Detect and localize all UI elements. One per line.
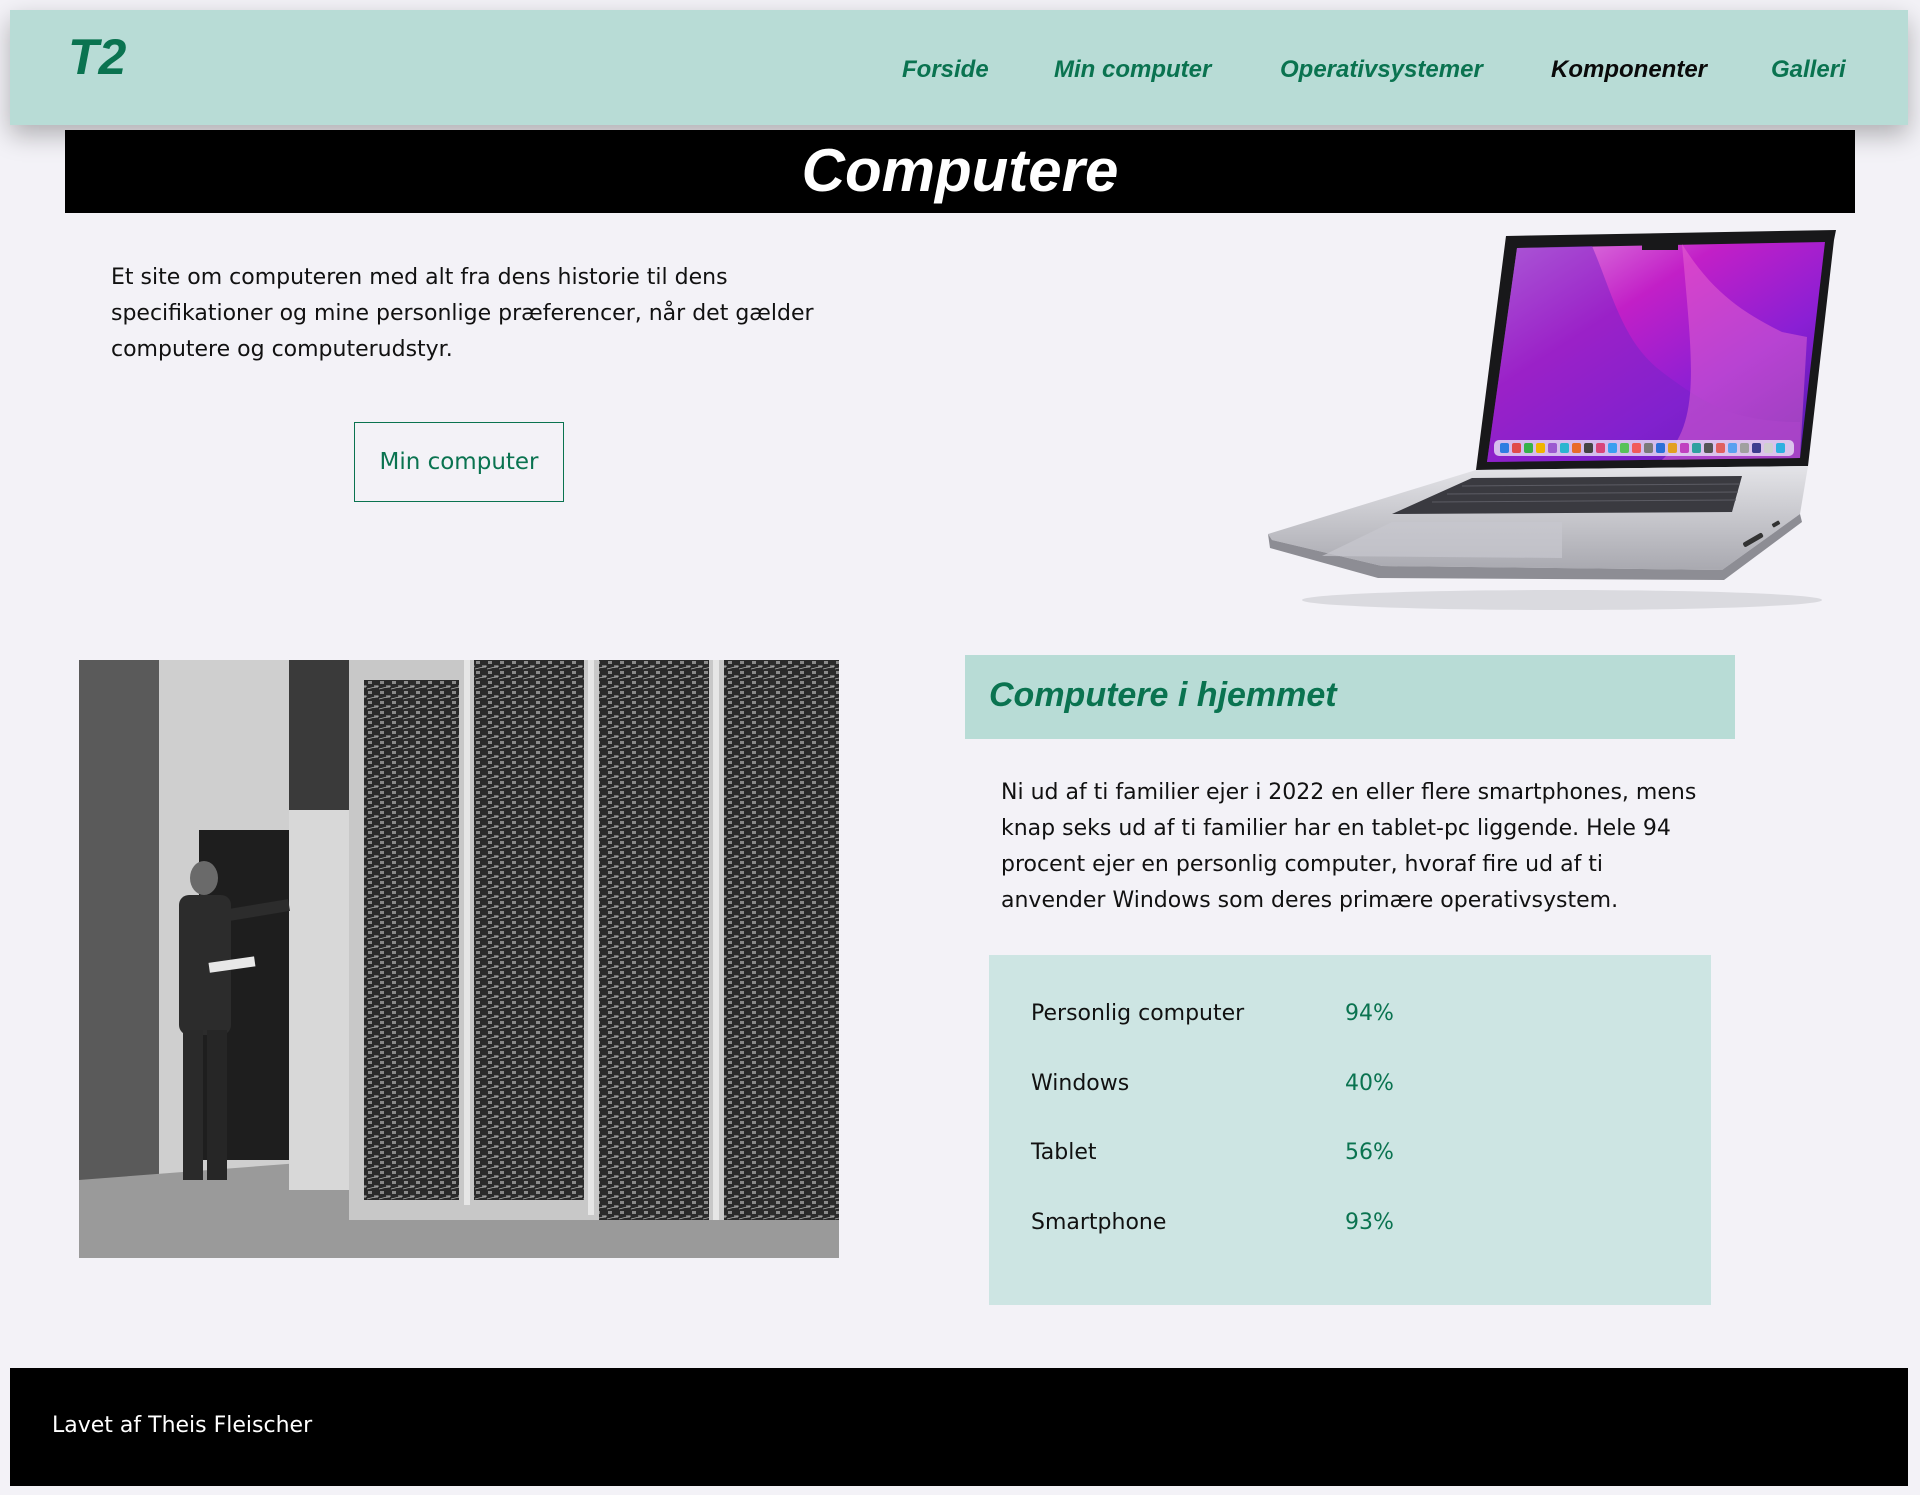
section-title: Computere i hjemmet (989, 676, 1337, 714)
stat-value: 94% (1345, 1001, 1394, 1026)
stat-row: Personlig computer 94% (1031, 994, 1631, 1034)
laptop-image (1268, 230, 1836, 610)
nav-item-operativsystemer[interactable]: Operativsystemer (1280, 50, 1483, 90)
hero-title-bar: Computere (65, 130, 1855, 213)
stat-label: Windows (1031, 1071, 1130, 1096)
stat-row: Smartphone 93% (1031, 1203, 1631, 1243)
stat-row: Tablet 56% (1031, 1133, 1631, 1173)
section-text: Ni ud af ti familier ejer i 2022 en elle… (1001, 780, 1697, 913)
nav-item-galleri[interactable]: Galleri (1771, 50, 1846, 90)
stat-value: 56% (1345, 1140, 1394, 1165)
site-header: T2 Forside Min computer Operativsystemer… (10, 10, 1908, 125)
nav-item-forside[interactable]: Forside (902, 50, 989, 90)
nav-item-min-computer[interactable]: Min computer (1054, 50, 1211, 90)
mainframe-photo (79, 660, 839, 1258)
site-logo[interactable]: T2 (68, 32, 126, 82)
section-header: Computere i hjemmet (965, 655, 1735, 739)
stat-label: Personlig computer (1031, 1001, 1245, 1026)
stat-label: Smartphone (1031, 1210, 1167, 1235)
nav-item-komponenter[interactable]: Komponenter (1551, 50, 1707, 90)
stats-panel: Personlig computer 94% Windows 40% Table… (989, 955, 1711, 1305)
page-title: Computere (801, 137, 1119, 204)
footer-credit: Lavet af Theis Fleischer (52, 1413, 313, 1438)
site-footer: Lavet af Theis Fleischer (10, 1368, 1908, 1486)
min-computer-button[interactable]: Min computer (354, 422, 564, 502)
stat-row: Windows 40% (1031, 1064, 1631, 1104)
intro-text: Et site om computeren med alt fra dens h… (111, 265, 814, 362)
stat-label: Tablet (1031, 1140, 1097, 1165)
stat-value: 93% (1345, 1210, 1394, 1235)
stat-value: 40% (1345, 1071, 1394, 1096)
